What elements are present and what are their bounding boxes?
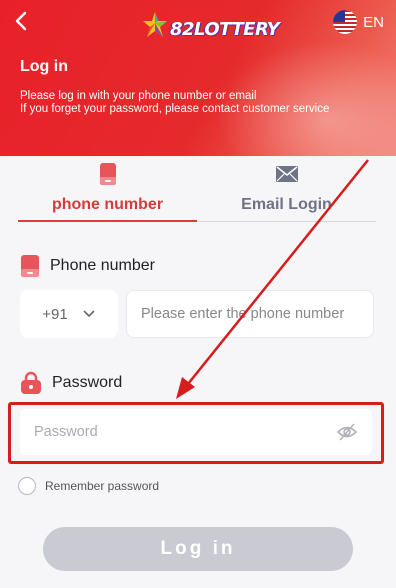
chevron-left-icon[interactable]	[12, 10, 30, 32]
phone-input[interactable]: Please enter the phone number	[126, 290, 374, 338]
tab-phone-number[interactable]: phone number	[18, 156, 197, 222]
login-button[interactable]: Log in	[43, 527, 353, 571]
envelope-icon	[275, 166, 298, 182]
tab-email-login[interactable]: Email Login	[197, 156, 376, 222]
phone-number-label: Phone number	[20, 254, 155, 278]
phone-placeholder: Please enter the phone number	[141, 306, 345, 322]
language-label: EN	[363, 13, 384, 31]
remember-password[interactable]: Remember password	[18, 477, 159, 495]
password-highlight-box	[8, 402, 384, 464]
remember-label: Remember password	[45, 479, 160, 493]
phone-icon	[99, 163, 116, 185]
star-logo-icon	[143, 12, 167, 37]
page-title: Log in	[20, 58, 68, 75]
brand-logo: 82LOTTERY	[142, 8, 280, 44]
chevron-down-icon	[83, 310, 95, 318]
us-flag-icon	[333, 10, 358, 34]
password-label: Password	[20, 371, 122, 395]
brand-name: 82LOTTERY	[170, 18, 280, 40]
phone-icon	[21, 255, 39, 277]
remember-radio[interactable]	[18, 477, 36, 495]
password-label-text: Password	[52, 374, 123, 391]
lock-icon	[21, 371, 41, 394]
login-description: Please log in with your phone number or …	[20, 90, 329, 116]
tab-phone-label: phone number	[51, 196, 164, 213]
language-switcher[interactable]: EN	[333, 10, 384, 34]
login-header: 82LOTTERY EN Log in Please log in with y…	[0, 0, 396, 156]
phone-label-text: Phone number	[50, 257, 155, 274]
tab-email-label: Email Login	[241, 196, 332, 213]
description-line-2: If you forget your password, please cont…	[20, 103, 330, 115]
description-line-1: Please log in with your phone number or …	[20, 90, 257, 102]
country-code-value: +91	[42, 305, 68, 323]
country-code-select[interactable]: +91	[20, 290, 118, 338]
login-method-tabs: phone number Email Login	[18, 156, 376, 222]
